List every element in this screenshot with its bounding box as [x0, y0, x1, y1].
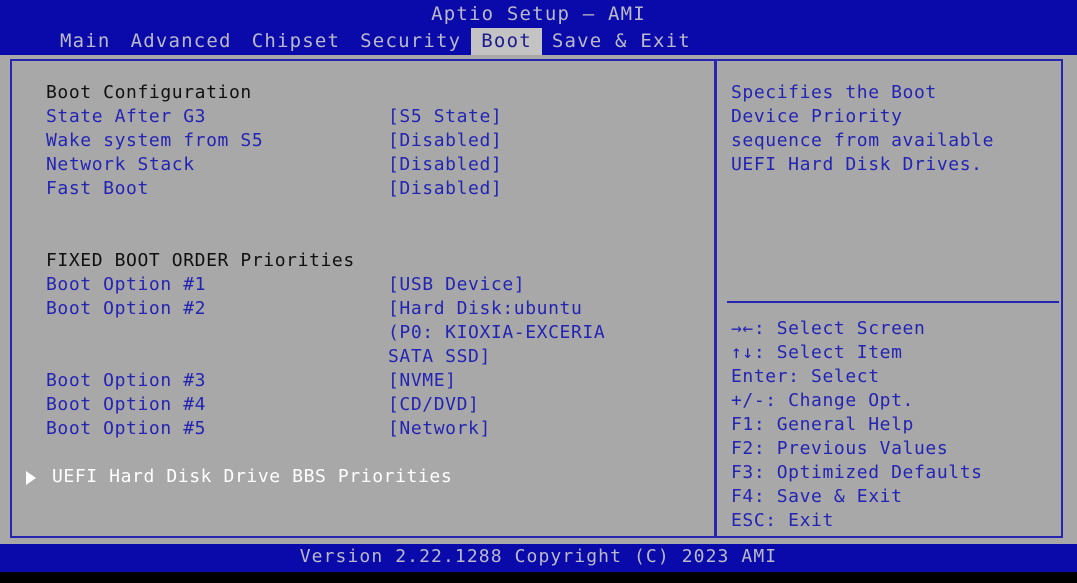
page-title: Aptio Setup – AMI: [431, 3, 646, 25]
key-help-esc-exit: ESC: Exit: [731, 510, 834, 531]
footer-bar: Version 2.22.1288 Copyright (C) 2023 AMI: [0, 544, 1077, 572]
help-divider: [727, 301, 1059, 303]
setting-label-boot-option-2[interactable]: Boot Option #2: [46, 297, 206, 321]
setting-label-boot-option-4[interactable]: Boot Option #4: [46, 393, 206, 417]
setting-value-boot-option-5[interactable]: [Network]: [388, 417, 491, 441]
setting-label-wake-system-from-s5[interactable]: Wake system from S5: [46, 129, 263, 153]
setting-label-state-after-g3[interactable]: State After G3: [46, 105, 206, 129]
version-copyright-text: Version 2.22.1288 Copyright (C) 2023 AMI: [299, 546, 778, 567]
key-help-f1-general-help: F1: General Help: [731, 414, 914, 435]
help-description-line-2: Device Priority: [731, 106, 903, 127]
help-panel: Specifies the Boot Device Priority seque…: [717, 61, 1061, 536]
key-help-f2-previous-values: F2: Previous Values: [731, 438, 949, 459]
bios-setup-screen: Aptio Setup – AMI Main Advanced Chipset …: [0, 0, 1077, 583]
setting-value-boot-option-3[interactable]: [NVME]: [388, 369, 457, 393]
setting-value-boot-option-2[interactable]: [Hard Disk:ubuntu: [388, 297, 582, 321]
tab-boot[interactable]: Boot: [471, 28, 542, 55]
settings-panel: Boot Configuration State After G3 [S5 St…: [12, 61, 712, 536]
submenu-uefi-hard-disk-drive-bbs-priorities[interactable]: UEFI Hard Disk Drive BBS Priorities: [52, 465, 452, 489]
menu-tab-bar: Main Advanced Chipset Security Boot Save…: [50, 28, 701, 55]
setting-value-boot-option-4[interactable]: [CD/DVD]: [388, 393, 480, 417]
setting-value-boot-option-1[interactable]: [USB Device]: [388, 273, 525, 297]
setting-value-boot-option-2-line3: SATA SSD]: [388, 346, 491, 367]
setting-value-state-after-g3[interactable]: [S5 State]: [388, 105, 502, 129]
setting-value-boot-option-2-line2: (P0: KIOXIA-EXCERIA: [388, 322, 606, 343]
triangle-right-icon: [26, 471, 36, 485]
key-help-f4-save-exit: F4: Save & Exit: [731, 486, 903, 507]
setting-label-fast-boot[interactable]: Fast Boot: [46, 177, 149, 201]
setup-body: Boot Configuration State After G3 [S5 St…: [0, 55, 1077, 544]
tab-security[interactable]: Security: [350, 28, 471, 55]
key-help-select-screen: →←: Select Screen: [731, 318, 926, 339]
setting-value-fast-boot[interactable]: [Disabled]: [388, 177, 502, 201]
setting-label-boot-option-3[interactable]: Boot Option #3: [46, 369, 206, 393]
section-header-fixed-boot-order: FIXED BOOT ORDER Priorities: [46, 250, 355, 271]
key-help-change-opt: +/-: Change Opt.: [731, 390, 914, 411]
help-description-line-1: Specifies the Boot: [731, 82, 937, 103]
setting-value-wake-system-from-s5[interactable]: [Disabled]: [388, 129, 502, 153]
tab-save-exit[interactable]: Save & Exit: [542, 28, 701, 55]
tab-main[interactable]: Main: [50, 28, 121, 55]
key-help-enter-select: Enter: Select: [731, 366, 880, 387]
tab-chipset[interactable]: Chipset: [242, 28, 350, 55]
setting-value-network-stack[interactable]: [Disabled]: [388, 153, 502, 177]
help-description-line-3: sequence from available: [731, 130, 995, 151]
key-help-select-item: ↑↓: Select Item: [731, 342, 903, 363]
tab-advanced[interactable]: Advanced: [121, 28, 242, 55]
setting-label-boot-option-1[interactable]: Boot Option #1: [46, 273, 206, 297]
setting-label-boot-option-5[interactable]: Boot Option #5: [46, 417, 206, 441]
content-frame: Boot Configuration State After G3 [S5 St…: [10, 59, 1063, 538]
help-description-line-4: UEFI Hard Disk Drives.: [731, 154, 983, 175]
setting-label-network-stack[interactable]: Network Stack: [46, 153, 195, 177]
section-header-boot-configuration: Boot Configuration: [46, 82, 252, 103]
key-help-f3-optimized-defaults: F3: Optimized Defaults: [731, 462, 983, 483]
title-bar: Aptio Setup – AMI Main Advanced Chipset …: [0, 0, 1077, 55]
